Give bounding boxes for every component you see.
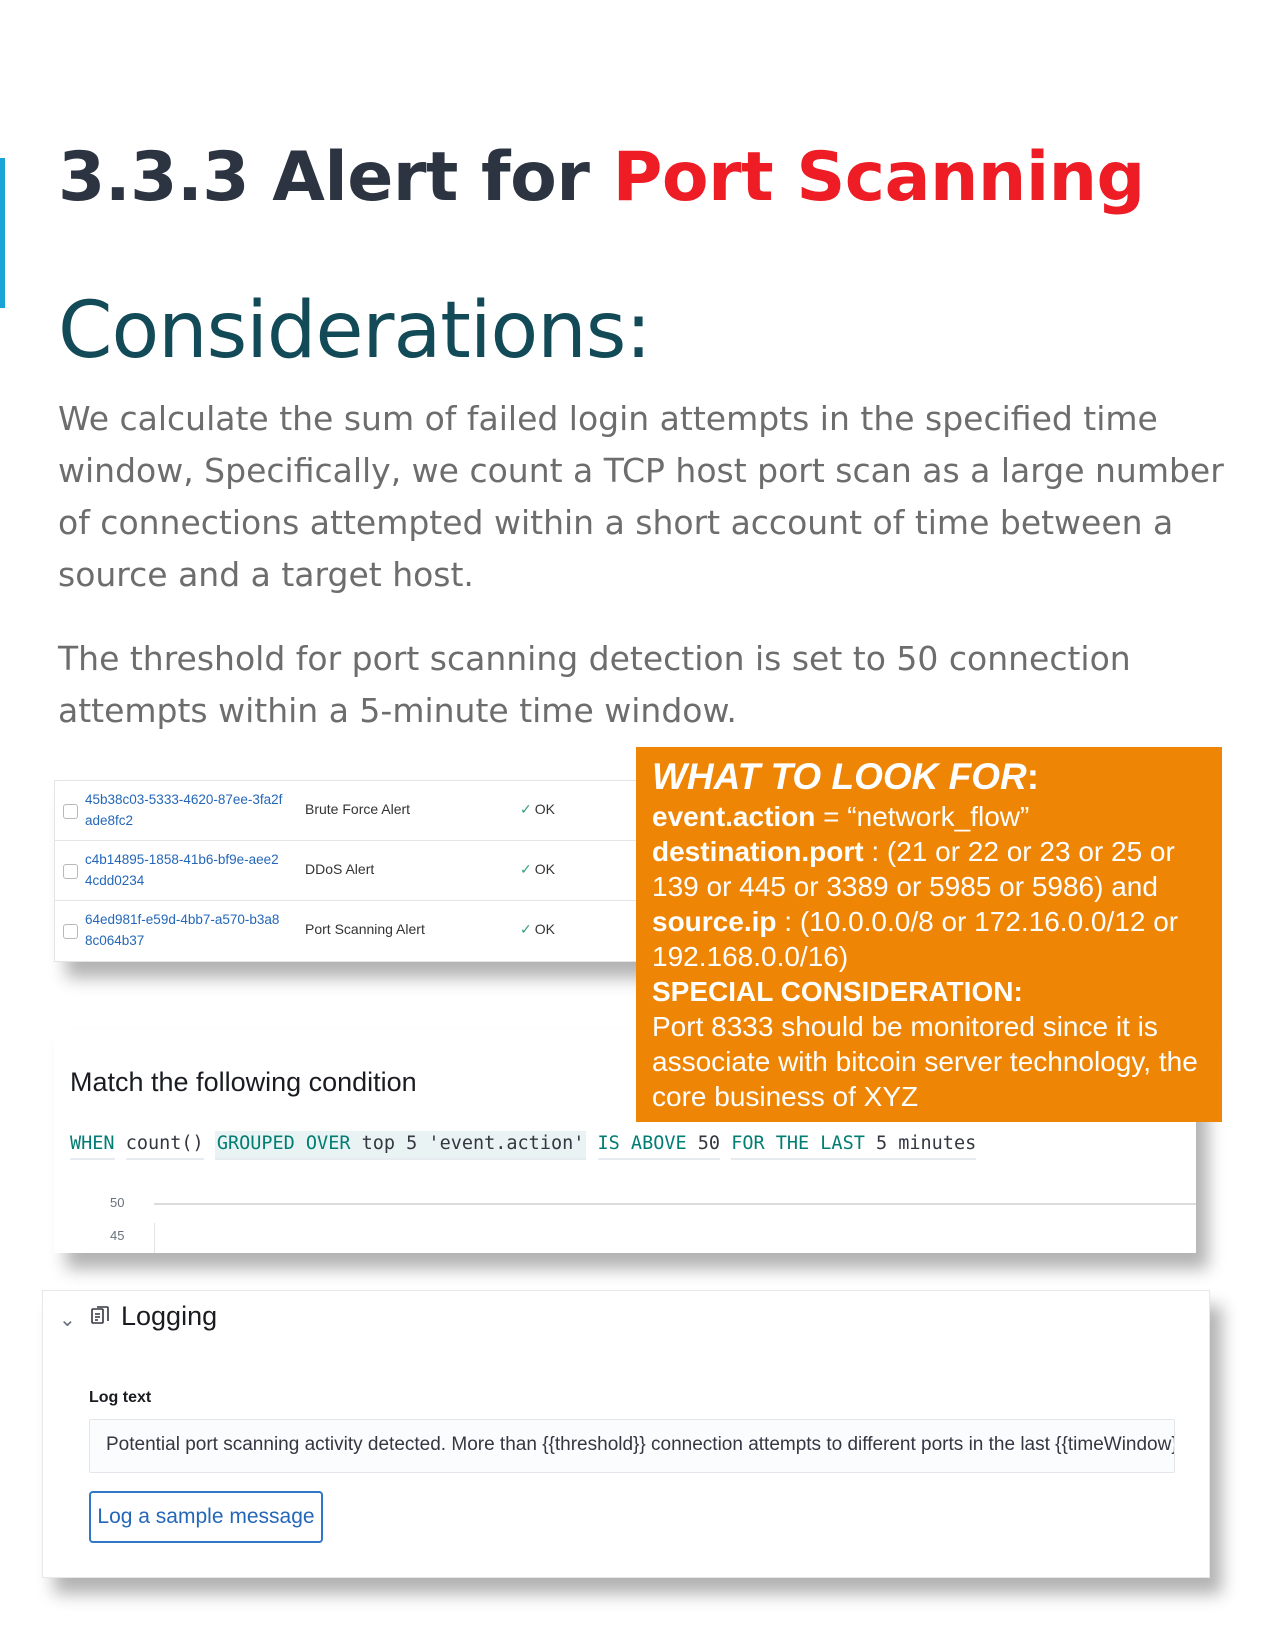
condition-expression: WHEN count() GROUPED OVER top 5 'event.a… — [70, 1131, 977, 1160]
log-sample-message-button[interactable]: Log a sample message — [89, 1491, 323, 1543]
y-axis-line — [154, 1223, 155, 1253]
row-checkbox[interactable] — [63, 804, 78, 819]
callout-title: WHAT TO LOOK FOR: — [652, 755, 1206, 799]
considerations-heading: Considerations: — [58, 286, 652, 376]
threshold-value: 50 — [697, 1133, 721, 1154]
condition-title: Match the following condition — [70, 1067, 417, 1097]
table-row[interactable]: 45b38c03-5333-4620-87ee-3fa2fade8fc2 Bru… — [55, 781, 655, 841]
is-above-keyword: IS ABOVE — [597, 1133, 687, 1154]
event-action-key: event.action — [652, 801, 816, 832]
log-text-value: Potential port scanning activity detecte… — [106, 1434, 1175, 1455]
heading-prefix: 3.3.3 Alert for — [58, 138, 613, 217]
alerts-table: 45b38c03-5333-4620-87ee-3fa2fade8fc2 Bru… — [54, 780, 656, 962]
row-checkbox[interactable] — [63, 924, 78, 939]
check-icon: ✓ — [520, 861, 532, 877]
special-consideration-title: SPECIAL CONSIDERATION: — [652, 974, 1206, 1009]
what-to-look-for-callout: WHAT TO LOOK FOR: event.action = “networ… — [636, 747, 1222, 1122]
grouped-value: top 5 'event.action' — [361, 1133, 585, 1154]
alert-status-text: OK — [534, 921, 555, 937]
event-action-value: = “network_flow” — [815, 801, 1030, 832]
accent-bar — [0, 158, 5, 308]
log-text-label: Log text — [89, 1389, 152, 1406]
check-icon: ✓ — [520, 921, 532, 937]
grouped-over-token[interactable]: GROUPED OVER top 5 'event.action' — [214, 1131, 587, 1160]
threshold-paragraph: The threshold for port scanning detectio… — [58, 639, 1131, 730]
logging-panel: ⌄ Logging Log text Potential port scanni… — [42, 1290, 1210, 1578]
alert-id-link[interactable]: 64ed981f-e59d-4bb7-a570-b3a88c064b37 — [85, 909, 285, 951]
alert-status-text: OK — [534, 801, 555, 817]
log-text-input[interactable]: Potential port scanning activity detecte… — [89, 1419, 1175, 1473]
when-keyword[interactable]: WHEN — [70, 1131, 115, 1160]
alert-id-link[interactable]: c4b14895-1858-41b6-bf9e-aee24cdd0234 — [85, 849, 285, 891]
alert-status: ✓ OK — [520, 861, 555, 878]
destination-port-key: destination.port — [652, 836, 864, 867]
heading-highlight: Port Scanning — [612, 138, 1146, 217]
event-action-line: event.action = “network_flow” — [652, 799, 1206, 834]
threshold-gridline — [154, 1203, 1196, 1205]
special-consideration-text: Port 8333 should be monitored since it i… — [652, 1011, 1198, 1112]
considerations-paragraph: We calculate the sum of failed login att… — [58, 399, 1224, 594]
chevron-down-icon[interactable]: ⌄ — [59, 1307, 76, 1332]
alert-status: ✓ OK — [520, 801, 555, 818]
source-ip-line: source.ip : (10.0.0.0/8 or 172.16.0.0/12… — [652, 904, 1206, 974]
destination-port-line: destination.port : (21 or 22 or 23 or 25… — [652, 834, 1206, 904]
source-ip-key: source.ip — [652, 906, 777, 937]
callout-title-colon: : — [1026, 756, 1040, 797]
callout-title-text: WHAT TO LOOK FOR — [652, 756, 1027, 797]
alert-name: Brute Force Alert — [305, 801, 411, 817]
aggregation-value[interactable]: count() — [125, 1131, 204, 1160]
row-checkbox[interactable] — [63, 864, 78, 879]
special-consideration-title-text: SPECIAL CONSIDERATION: — [652, 976, 1023, 1007]
alert-status-text: OK — [534, 861, 555, 877]
alert-name: DDoS Alert — [305, 861, 375, 877]
table-row[interactable]: 64ed981f-e59d-4bb7-a570-b3a88c064b37 Por… — [55, 901, 655, 960]
y-tick-label: 50 — [110, 1195, 125, 1210]
logging-icon — [91, 1306, 109, 1324]
section-heading: 3.3.3 Alert for Port Scanning — [58, 138, 1145, 217]
y-tick-label: 45 — [110, 1228, 125, 1243]
alert-id-link[interactable]: 45b38c03-5333-4620-87ee-3fa2fade8fc2 — [85, 789, 285, 831]
alert-name: Port Scanning Alert — [305, 921, 425, 937]
for-the-last-keyword: FOR THE LAST — [731, 1133, 865, 1154]
check-icon: ✓ — [520, 801, 532, 817]
alert-status: ✓ OK — [520, 921, 555, 938]
table-row[interactable]: c4b14895-1858-41b6-bf9e-aee24cdd0234 DDo… — [55, 841, 655, 901]
grouped-keyword: GROUPED OVER — [216, 1133, 351, 1154]
time-window-token[interactable]: FOR THE LAST 5 minutes — [731, 1131, 977, 1160]
logging-title: Logging — [121, 1301, 218, 1331]
time-window-value: 5 minutes — [875, 1133, 977, 1154]
threshold-token[interactable]: IS ABOVE 50 — [597, 1131, 721, 1160]
